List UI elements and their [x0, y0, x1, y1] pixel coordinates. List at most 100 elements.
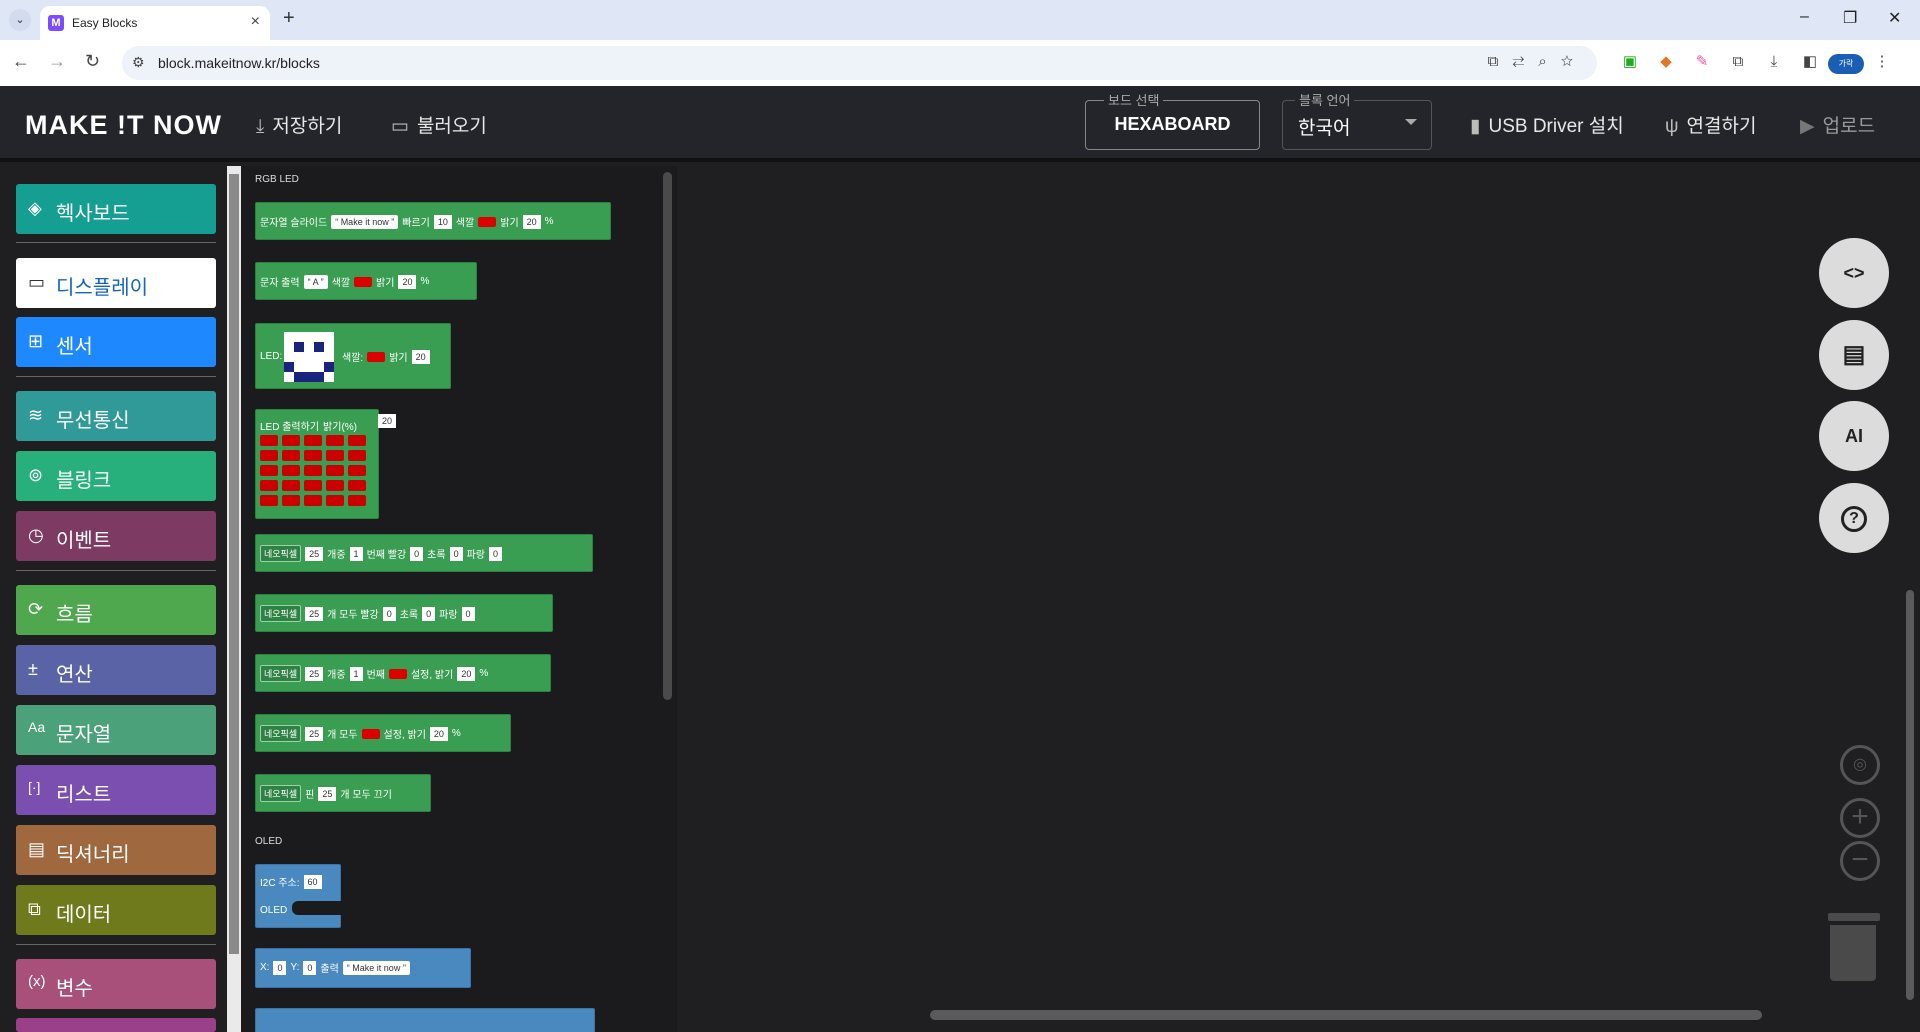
language-select[interactable]: 블록 언어 한국어: [1282, 90, 1432, 150]
address-input[interactable]: 60: [303, 874, 322, 889]
number-input[interactable]: 0: [422, 606, 436, 621]
number-input[interactable]: 0: [382, 606, 396, 621]
category-math[interactable]: ± 연산: [16, 645, 216, 695]
extension-icon[interactable]: ▣: [1612, 52, 1648, 70]
block-neopixel-all-color[interactable]: 네오픽셀 25 개 모두 설정, 밝기 20 %: [255, 714, 511, 752]
tab-close-icon[interactable]: ×: [251, 13, 260, 31]
brightness-input[interactable]: 20: [411, 349, 430, 364]
block-char-output[interactable]: 문자 출력 “ A ” 색깔 밝기 20 %: [255, 262, 477, 300]
color-picker[interactable]: [354, 276, 373, 287]
number-input[interactable]: 25: [305, 546, 324, 561]
neopixel-dropdown[interactable]: 네오픽셀: [260, 545, 302, 562]
zoom-in-icon[interactable]: +: [1840, 798, 1880, 838]
number-input[interactable]: 25: [305, 666, 324, 681]
download-icon[interactable]: ⤓: [1756, 53, 1792, 70]
minimize-icon[interactable]: –: [1800, 8, 1809, 26]
block-neopixel-index-rgb[interactable]: 네오픽셀 25 개중 1 번째 빨강 0 초록 0 파랑 0: [255, 534, 593, 572]
number-input[interactable]: 1: [349, 666, 363, 681]
category-sensor[interactable]: ⊞ 센서: [16, 317, 216, 367]
number-input[interactable]: 25: [305, 726, 324, 741]
workspace-hscrollbar[interactable]: [930, 1010, 1762, 1020]
open-button[interactable]: ▭ 불러오기: [391, 111, 487, 138]
category-event[interactable]: ◷ 이벤트: [16, 511, 216, 561]
metamask-icon[interactable]: ◆: [1648, 52, 1684, 70]
block-oled-print[interactable]: X: 0 Y: 0 출력 “ Make it now ”: [255, 948, 471, 988]
back-icon[interactable]: ←: [12, 51, 30, 72]
color-picker[interactable]: [361, 728, 380, 739]
number-input[interactable]: 0: [273, 960, 287, 975]
omnibox-actions[interactable]: ⧉⇄⌕☆: [1488, 53, 1587, 70]
led-pattern-editor[interactable]: [284, 332, 334, 382]
block-neopixel-index-color[interactable]: 네오픽셀 25 개중 1 번째 설정, 밝기 20 %: [255, 654, 551, 692]
trash-icon[interactable]: [1830, 925, 1876, 981]
brightness-input[interactable]: 20: [522, 214, 541, 229]
close-window-icon[interactable]: ✕: [1888, 8, 1901, 28]
address-bar[interactable]: ⚙ block.makeitnow.kr/blocks ⧉⇄⌕☆: [122, 46, 1597, 80]
workspace-vscrollbar[interactable]: [1906, 590, 1914, 1000]
help-button[interactable]: ?: [1819, 483, 1889, 553]
category-flow[interactable]: ⟳ 흐름: [16, 585, 216, 635]
text-input[interactable]: “ Make it now ”: [342, 960, 410, 975]
number-input[interactable]: 25: [318, 786, 337, 801]
number-input[interactable]: 0: [461, 606, 475, 621]
usb-driver-button[interactable]: ▮ USB Driver 설치: [1470, 111, 1624, 138]
flyout-scrollbar[interactable]: [663, 172, 672, 700]
color-picker[interactable]: [367, 351, 386, 362]
speed-input[interactable]: 10: [433, 214, 452, 229]
category-data[interactable]: ⧉ 데이터: [16, 885, 216, 935]
brightness-input[interactable]: 20: [457, 666, 476, 681]
category-display[interactable]: ▭ 디스플레이: [16, 258, 216, 308]
sidepanel-icon[interactable]: ◧: [1792, 52, 1828, 70]
text-input[interactable]: “ Make it now ”: [331, 214, 399, 229]
upload-button[interactable]: ▶ 업로드: [1800, 111, 1875, 138]
led-grid[interactable]: [260, 435, 366, 506]
block-text-slide[interactable]: 문자열 슬라이드 “ Make it now ” 빠르기 10 색깔 밝기 20…: [255, 202, 611, 240]
serial-monitor-button[interactable]: ▤: [1819, 320, 1889, 390]
number-input[interactable]: 25: [305, 606, 324, 621]
category-blink[interactable]: ⊚ 블링크: [16, 451, 216, 501]
workspace-canvas[interactable]: [680, 166, 1920, 1032]
browser-tab[interactable]: M Easy Blocks ×: [40, 6, 270, 40]
site-info-icon[interactable]: ⚙: [132, 54, 145, 71]
category-hexaboard[interactable]: ◈ 헥사보드: [16, 184, 216, 234]
category-list[interactable]: [·] 리스트: [16, 765, 216, 815]
restore-icon[interactable]: ❐: [1843, 8, 1857, 28]
ai-button[interactable]: AI: [1819, 401, 1889, 471]
neopixel-dropdown[interactable]: 네오픽셀: [260, 725, 302, 742]
menu-icon[interactable]: ⋮: [1864, 52, 1900, 70]
zoom-out-icon[interactable]: −: [1840, 841, 1880, 881]
brightness-input[interactable]: 20: [398, 274, 417, 289]
board-select[interactable]: 보드 선택 HEXABOARD: [1085, 90, 1260, 150]
block-neopixel-all-rgb[interactable]: 네오픽셀 25 개 모두 빨강 0 초록 0 파랑 0: [255, 594, 553, 632]
sidebar-scrollbar[interactable]: [227, 166, 241, 1032]
brightness-input[interactable]: 20: [429, 726, 448, 741]
block-oled-init[interactable]: I2C 주소: 60 OLED: [255, 864, 344, 928]
connect-button[interactable]: ψ 연결하기: [1665, 111, 1756, 138]
block-led-matrix[interactable]: LED: 색깔: 밝기 20: [255, 323, 451, 389]
tab-search-icon[interactable]: ⌄: [9, 9, 31, 31]
category-wireless[interactable]: ≋ 무선통신: [16, 391, 216, 441]
neopixel-dropdown[interactable]: 네오픽셀: [260, 605, 302, 622]
scrollbar-thumb[interactable]: [229, 174, 239, 954]
neopixel-dropdown[interactable]: 네오픽셀: [260, 785, 302, 802]
block-oled-partial[interactable]: [255, 1008, 595, 1032]
number-input[interactable]: 0: [489, 546, 503, 561]
category-variable[interactable]: (x) 변수: [16, 959, 216, 1009]
profile-avatar[interactable]: 가락: [1828, 53, 1864, 74]
number-input[interactable]: 0: [303, 960, 317, 975]
block-neopixel-off[interactable]: 네오픽셀 핀 25 개 모두 끄기: [255, 774, 431, 812]
code-view-button[interactable]: <>: [1819, 238, 1889, 308]
category-dictionary[interactable]: ▤ 딕셔너리: [16, 825, 216, 875]
block-led-output[interactable]: LED 출력하기 밝기(%): [255, 409, 379, 519]
recenter-icon[interactable]: ◎: [1840, 745, 1880, 785]
puzzle-icon[interactable]: ⧉: [1720, 53, 1756, 70]
new-tab-icon[interactable]: +: [283, 7, 295, 30]
text-input[interactable]: “ A ”: [303, 274, 328, 289]
save-button[interactable]: ⤓ 저장하기: [256, 111, 342, 138]
color-picker[interactable]: [478, 216, 497, 227]
forward-icon[interactable]: →: [48, 51, 66, 72]
number-input[interactable]: 1: [349, 546, 363, 561]
reload-icon[interactable]: ↻: [85, 51, 100, 72]
category-text[interactable]: Aa 문자열: [16, 705, 216, 755]
brightness-input[interactable]: 20: [378, 414, 397, 428]
